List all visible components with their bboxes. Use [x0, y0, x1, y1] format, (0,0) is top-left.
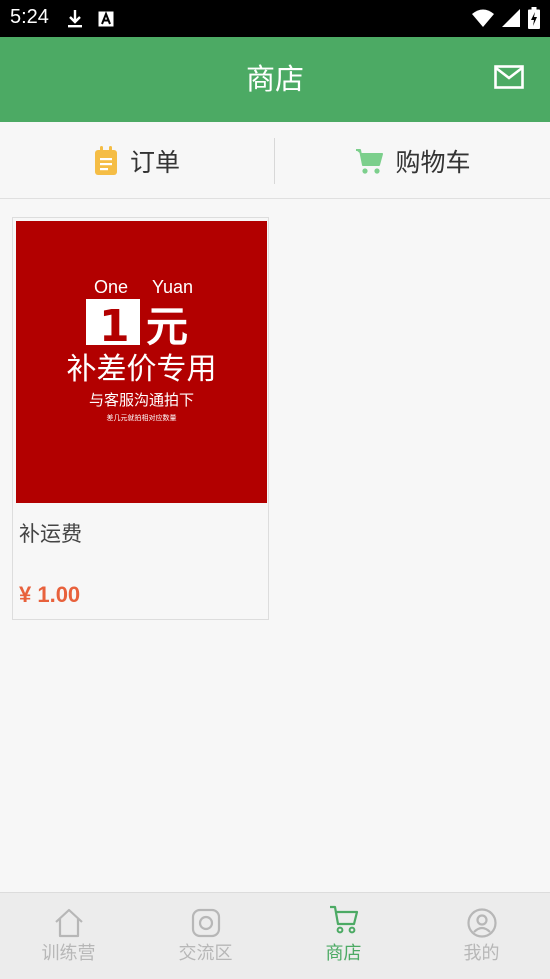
nav-item-shop[interactable]: 商店	[275, 893, 412, 979]
home-icon	[54, 908, 83, 938]
status-bar: 5:24	[0, 0, 550, 37]
profile-icon	[466, 908, 497, 938]
tab-bar: 订单 购物车	[0, 122, 550, 199]
download-icon	[68, 10, 82, 28]
image-line-1: 补差价专用	[67, 352, 217, 387]
image-big-number: 1	[99, 301, 130, 352]
clipboard-icon	[94, 145, 117, 175]
font-icon	[98, 11, 114, 27]
wifi-icon	[472, 9, 494, 27]
nav-label-training: 训练营	[41, 943, 96, 964]
cart-icon	[356, 148, 384, 174]
signal-icon	[502, 9, 520, 27]
tab-divider	[274, 138, 275, 184]
tab-cart-label: 购物车	[395, 147, 471, 177]
nav-label-shop: 商店	[325, 943, 362, 964]
product-price: ¥ 1.00	[19, 582, 81, 607]
tab-orders-label: 订单	[129, 147, 180, 177]
cart-icon	[329, 905, 358, 934]
image-big-char: 元	[146, 302, 188, 351]
tab-orders[interactable]: 订单	[0, 122, 274, 199]
product-card[interactable]: One Yuan 1 元 补差价专用 与客服沟通拍下 差几元就拍相对应数量 补运…	[12, 217, 269, 620]
image-text-one: One	[94, 277, 128, 297]
image-text-yuan: Yuan	[152, 277, 193, 297]
tab-cart[interactable]: 购物车	[276, 122, 550, 199]
battery-icon	[528, 7, 540, 29]
bottom-nav: 训练营 交流区 商店 我的	[0, 892, 550, 979]
nav-label-community: 交流区	[178, 943, 233, 964]
nav-item-training[interactable]: 训练营	[0, 893, 137, 979]
camera-icon	[191, 908, 220, 938]
product-image: One Yuan 1 元 补差价专用 与客服沟通拍下 差几元就拍相对应数量	[16, 221, 267, 503]
status-time: 5:24	[10, 6, 49, 28]
nav-item-profile[interactable]: 我的	[413, 893, 550, 979]
mail-button[interactable]	[494, 65, 524, 89]
app-bar: 商店	[0, 37, 550, 122]
image-line-3: 差几元就拍相对应数量	[107, 413, 177, 422]
nav-label-profile: 我的	[463, 943, 500, 964]
mail-icon	[494, 65, 524, 89]
product-name: 补运费	[19, 522, 82, 546]
page-title: 商店	[245, 62, 304, 96]
nav-item-community[interactable]: 交流区	[137, 893, 274, 979]
image-line-2: 与客服沟通拍下	[89, 391, 194, 409]
